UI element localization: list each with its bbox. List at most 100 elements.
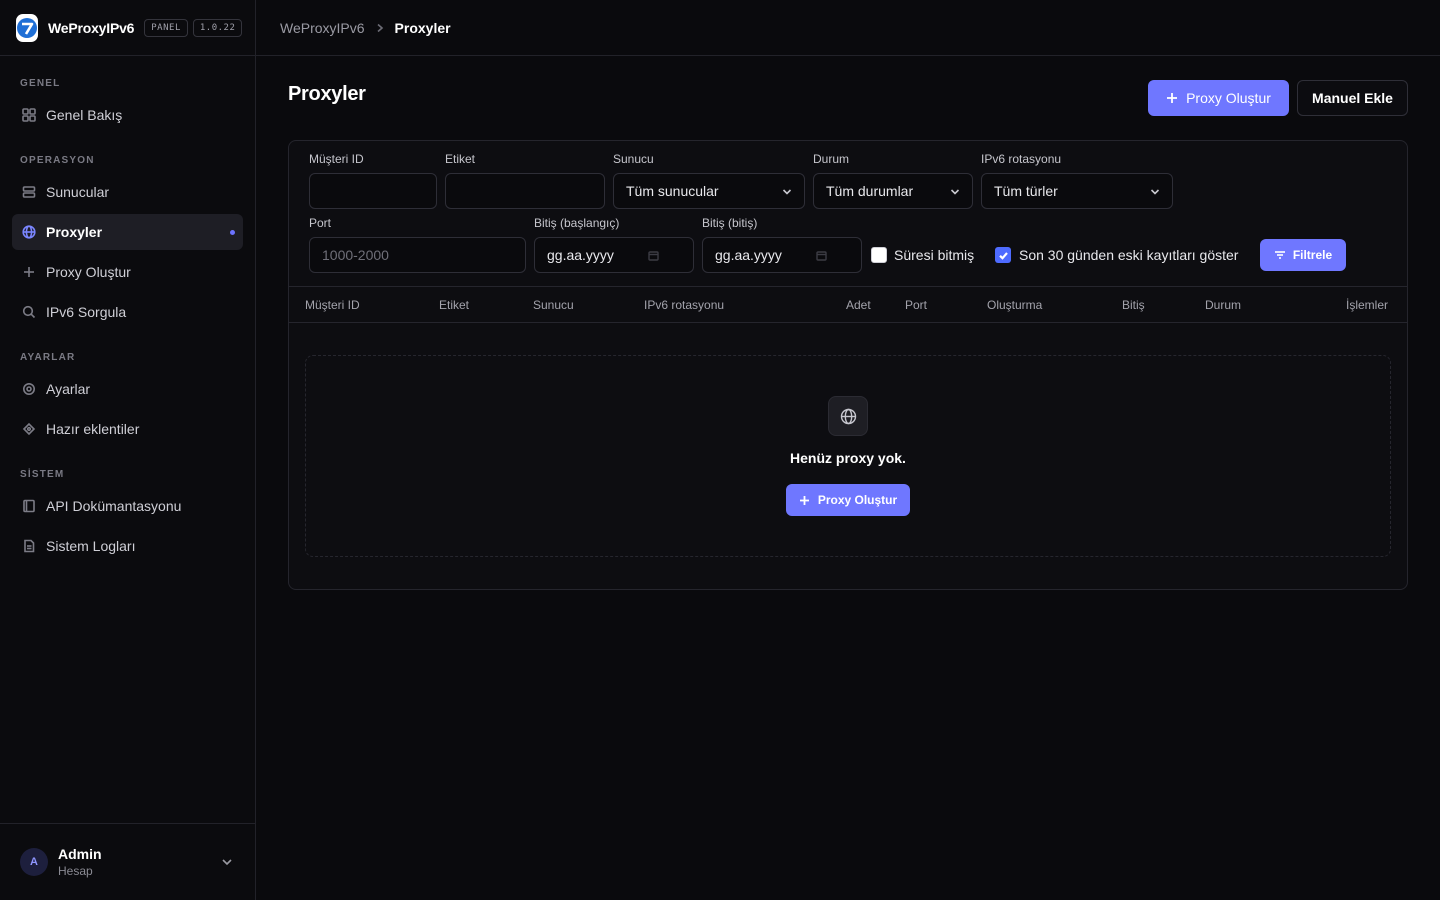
status-select[interactable]: Tüm durumlar (813, 173, 973, 209)
grid-icon (22, 108, 36, 122)
file-icon (24, 539, 35, 553)
check-icon (998, 251, 1008, 260)
active-indicator-dot (230, 229, 235, 235)
nav-section-title: SİSTEM (20, 469, 65, 480)
chevron-down-icon (782, 189, 792, 195)
sidebar-item-settings[interactable]: Ayarlar (12, 371, 243, 407)
empty-state: Henüz proxy yok. Proxy Oluştur (305, 355, 1391, 557)
user-name: Admin (58, 846, 102, 862)
filter-button-label: Filtrele (1292, 248, 1333, 262)
column-header[interactable]: Adet (846, 298, 871, 312)
end-end-date-input[interactable]: gg.aa.yyyy (702, 237, 862, 273)
page-title: Proxyler (288, 83, 366, 105)
sidebar-item-create-proxy[interactable]: Proxy Oluştur (12, 254, 243, 290)
chevron-down-icon (1150, 189, 1160, 195)
column-header[interactable]: Port (905, 298, 927, 312)
column-header[interactable]: Etiket (439, 298, 469, 312)
tag-input[interactable] (445, 173, 605, 209)
search-icon (22, 305, 36, 319)
column-header[interactable]: Durum (1205, 298, 1241, 312)
sidebar-item-label: Proxy Oluştur (46, 264, 131, 280)
end-end-label: Bitiş (bitiş) (702, 216, 758, 230)
sidebar-item-label: Hazır eklentiler (46, 421, 140, 437)
table-header: Müşteri ID Etiket Sunucu IPv6 rotasyonu … (289, 286, 1407, 323)
globe-icon (22, 225, 36, 239)
server-icon (22, 186, 36, 198)
manual-add-button[interactable]: Manuel Ekle (1297, 80, 1408, 116)
calendar-icon[interactable] (816, 250, 827, 261)
sidebar-item-ipv6-lookup[interactable]: IPv6 Sorgula (12, 294, 243, 330)
sidebar-item-overview[interactable]: Genel Bakış (12, 97, 243, 133)
sidebar-item-plugins[interactable]: Hazır eklentiler (12, 411, 243, 447)
rotation-label: IPv6 rotasyonu (981, 152, 1062, 166)
empty-create-proxy-label: Proxy Oluştur (817, 493, 898, 507)
empty-state-text: Henüz proxy yok. (790, 450, 906, 466)
filter-button[interactable]: Filtrele (1260, 239, 1346, 271)
sidebar-nav: GENEL Genel Bakış OPERASYON Sunucular Pr… (0, 56, 255, 564)
main-content: Proxyler Proxy Oluştur Manuel Ekle Müşte… (288, 80, 1408, 590)
end-start-date-input[interactable]: gg.aa.yyyy (534, 237, 694, 273)
panel-badge: PANEL (144, 18, 188, 37)
version-badge: 1.0.22 (192, 18, 243, 37)
nav-section-title: AYARLAR (20, 352, 76, 363)
sidebar-item-label: Sunucular (46, 184, 110, 200)
sidebar-item-label: Proxyler (46, 224, 103, 240)
sidebar-item-api-docs[interactable]: API Dokümantasyonu (12, 488, 243, 524)
nav-section-title: OPERASYON (20, 155, 95, 166)
filter-icon (1274, 251, 1285, 259)
avatar: A (20, 848, 48, 876)
sidebar-item-label: IPv6 Sorgula (46, 304, 127, 320)
sidebar-item-servers[interactable]: Sunucular (12, 174, 243, 210)
sidebar: WeProxyIPv6 PANEL 1.0.22 GENEL Genel Bak… (0, 0, 256, 900)
breadcrumb: WeProxyIPv6 Proxyler (256, 0, 1440, 56)
sidebar-item-label: API Dokümantasyonu (46, 498, 182, 514)
create-proxy-button[interactable]: Proxy Oluştur (1148, 80, 1289, 116)
sidebar-item-label: Ayarlar (46, 381, 91, 397)
sidebar-item-label: Sistem Logları (46, 538, 136, 554)
puzzle-icon (22, 422, 36, 436)
end-start-date-value: gg.aa.yyyy (547, 247, 614, 263)
column-header[interactable]: Sunucu (533, 298, 574, 312)
column-header[interactable]: Müşteri ID (305, 298, 360, 312)
plus-icon (24, 267, 34, 277)
column-header[interactable]: İşlemler (1346, 298, 1388, 312)
brand: WeProxyIPv6 PANEL 1.0.22 (0, 0, 255, 56)
customer-id-label: Müşteri ID (309, 152, 364, 166)
server-select-value: Tüm sunucular (626, 183, 719, 199)
status-label: Durum (813, 152, 850, 166)
create-proxy-label: Proxy Oluştur (1186, 90, 1271, 106)
app-name: WeProxyIPv6 (48, 19, 135, 36)
rotation-select[interactable]: Tüm türler (981, 173, 1173, 209)
breadcrumb-root[interactable]: WeProxyIPv6 (280, 20, 365, 36)
expired-checkbox[interactable] (871, 247, 887, 263)
end-end-date-value: gg.aa.yyyy (715, 247, 782, 263)
globe-icon (828, 396, 868, 436)
empty-create-proxy-button[interactable]: Proxy Oluştur (786, 484, 910, 516)
sidebar-item-proxies[interactable]: Proxyler (12, 214, 243, 250)
column-header[interactable]: Oluşturma (987, 298, 1042, 312)
customer-id-input[interactable] (309, 173, 437, 209)
column-header[interactable]: Bitiş (1122, 298, 1145, 312)
status-select-value: Tüm durumlar (826, 183, 914, 199)
calendar-icon[interactable] (648, 250, 659, 261)
book-icon (23, 499, 35, 513)
chevron-down-icon (950, 189, 960, 195)
sidebar-item-label: Genel Bakış (46, 107, 123, 123)
server-select[interactable]: Tüm sunucular (613, 173, 805, 209)
port-input[interactable]: 1000-2000 (309, 237, 526, 273)
rotation-select-value: Tüm türler (994, 183, 1058, 199)
port-label: Port (309, 216, 332, 230)
chevron-right-icon (377, 23, 383, 32)
proxy-list-card: Müşteri ID Etiket Sunucu Durum IPv6 rota… (288, 140, 1408, 590)
column-header[interactable]: IPv6 rotasyonu (644, 298, 724, 312)
gear-icon (23, 383, 35, 395)
show-old-records-checkbox[interactable] (995, 247, 1011, 263)
sidebar-item-system-logs[interactable]: Sistem Logları (12, 528, 243, 564)
user-menu[interactable]: A Admin Hesap (0, 823, 255, 900)
tag-label: Etiket (445, 152, 476, 166)
expired-checkbox-label[interactable]: Süresi bitmiş (894, 247, 974, 263)
logo-icon[interactable] (16, 13, 38, 42)
plus-icon (1167, 93, 1178, 103)
plus-icon (799, 495, 809, 505)
show-old-records-label[interactable]: Son 30 günden eski kayıtları göster (1019, 247, 1238, 263)
